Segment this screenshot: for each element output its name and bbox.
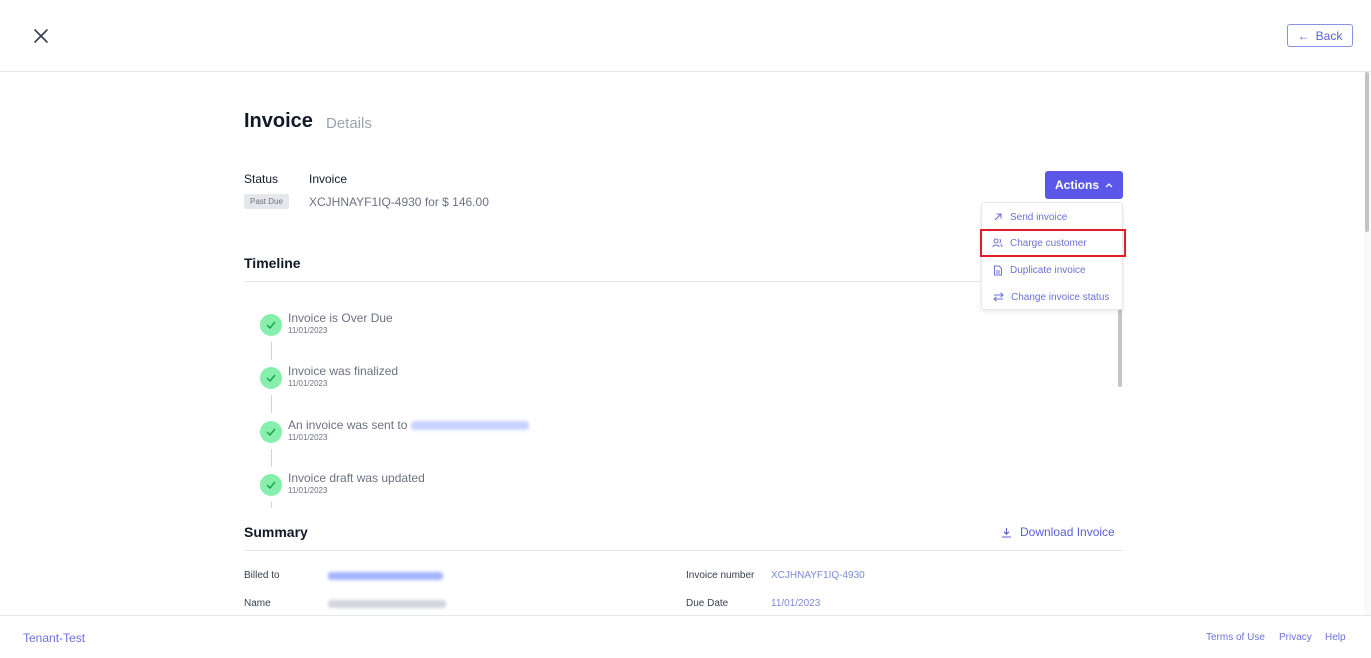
terms-link[interactable]: Terms of Use <box>1206 632 1265 643</box>
menu-item-label: Send invoice <box>1010 211 1068 223</box>
privacy-link[interactable]: Privacy <box>1279 632 1312 643</box>
page-title: Invoice <box>244 110 313 132</box>
billed-to-value-redacted <box>328 572 443 580</box>
billed-to-label: Billed to <box>244 570 280 581</box>
menu-item-label: Charge customer <box>1010 237 1087 249</box>
actions-button[interactable]: Actions <box>1045 171 1123 199</box>
close-icon <box>34 29 48 43</box>
check-icon <box>260 314 282 336</box>
event-title: Invoice was finalized <box>288 364 399 378</box>
footer: Tenant-Test Terms of Use Privacy Help <box>0 615 1371 658</box>
timeline-event: An invoice was sent to 11/01/2023 <box>260 418 960 461</box>
menu-item-label: Change invoice status <box>1011 291 1110 303</box>
main-content[interactable]: Invoice Details Status Invoice Past Due … <box>0 72 1371 615</box>
invoice-label: Invoice <box>309 172 348 186</box>
due-date-label: Due Date <box>686 598 729 609</box>
actions-button-label: Actions <box>1054 178 1099 192</box>
check-icon <box>260 474 282 496</box>
event-date: 11/01/2023 <box>288 433 328 442</box>
status-badge: Past Due <box>244 194 289 209</box>
download-icon <box>1002 527 1011 538</box>
check-icon <box>260 367 282 389</box>
event-title: Invoice draft was updated <box>288 471 425 485</box>
invoice-number-label: Invoice number <box>686 570 755 581</box>
back-button-label: Back <box>1315 28 1343 43</box>
event-date: 11/01/2023 <box>288 486 328 495</box>
back-button[interactable]: ← Back <box>1287 24 1353 47</box>
chevron-up-icon <box>1105 183 1113 188</box>
timeline-event: Invoice is Over Due 11/01/2023 <box>260 311 960 354</box>
invoice-number-value: XCJHNAYF1IQ-4930 <box>771 570 865 581</box>
check-icon <box>260 421 282 443</box>
status-label: Status <box>244 172 279 186</box>
event-title: Invoice is Over Due <box>288 311 393 325</box>
timeline-connector <box>271 449 272 467</box>
menu-item-send-invoice[interactable]: Send invoice <box>982 204 1122 230</box>
name-value-redacted <box>328 600 446 608</box>
name-label: Name <box>244 598 271 609</box>
summary-divider <box>244 550 1123 551</box>
menu-item-duplicate-invoice[interactable]: Duplicate invoice <box>982 257 1122 283</box>
event-date: 11/01/2023 <box>288 326 328 335</box>
event-title-text: An invoice was sent to <box>288 418 408 432</box>
timeline-title: Timeline <box>244 255 301 271</box>
help-link[interactable]: Help <box>1325 632 1346 643</box>
document-icon <box>994 265 1002 275</box>
redacted-email <box>411 421 530 431</box>
tenant-name: Tenant-Test <box>23 631 86 645</box>
page-scrollbar-thumb[interactable] <box>1365 72 1369 232</box>
menu-item-charge-customer[interactable]: Charge customer <box>980 229 1126 257</box>
download-invoice-label: Download Invoice <box>1020 525 1115 539</box>
users-icon <box>992 238 1003 248</box>
close-button[interactable] <box>30 25 52 47</box>
invoice-summary: XCJHNAYF1IQ-4930 for $ 146.00 <box>309 195 489 209</box>
timeline-event: Invoice was finalized 11/01/2023 <box>260 364 960 407</box>
arrow-left-icon: ← <box>1297 28 1310 43</box>
download-invoice-link[interactable]: Download Invoice <box>1001 525 1115 539</box>
timeline-connector <box>271 395 272 413</box>
event-title: An invoice was sent to <box>288 418 530 432</box>
swap-icon <box>993 292 1004 302</box>
actions-menu: Send invoice Charge customer Duplicate i… <box>980 202 1126 310</box>
menu-item-change-invoice-status[interactable]: Change invoice status <box>982 284 1122 310</box>
event-date: 11/01/2023 <box>288 379 328 388</box>
timeline-event: Invoice draft was updated 11/01/2023 <box>260 471 960 508</box>
page-scrollbar[interactable] <box>1364 72 1371 615</box>
timeline-list[interactable]: Invoice is Over Due 11/01/2023 Invoice w… <box>244 290 1123 508</box>
arrow-up-right-icon <box>994 213 1002 221</box>
timeline-connector <box>271 342 272 360</box>
menu-item-label: Duplicate invoice <box>1010 264 1086 276</box>
timeline-connector <box>271 502 272 508</box>
summary-title: Summary <box>244 524 308 540</box>
top-bar: ← Back <box>0 0 1371 72</box>
page-subtitle: Details <box>326 115 372 132</box>
due-date-value: 11/01/2023 <box>771 598 821 609</box>
